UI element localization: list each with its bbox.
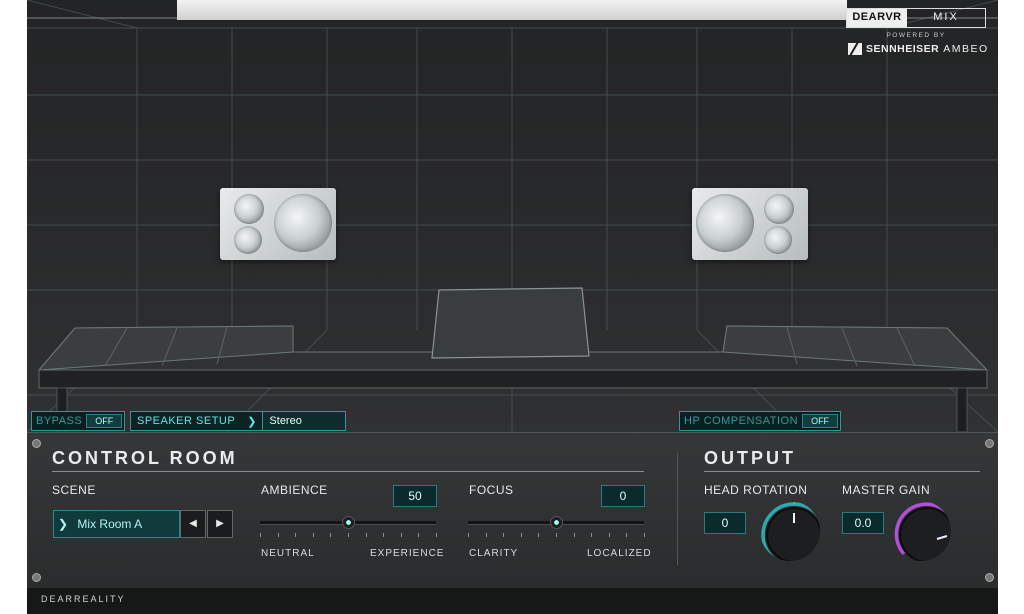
footer-bar: DEARREALITY — [27, 588, 998, 614]
slider-tick — [644, 533, 645, 537]
slider-tick — [591, 533, 593, 537]
master-gain-label: MASTER GAIN — [842, 483, 931, 497]
brand-logo: DEARVR MIX POWERED BY SENNHEISER AMBEO — [842, 8, 990, 72]
focus-value-field[interactable]: 0 — [601, 485, 645, 507]
slider-tick — [485, 533, 487, 537]
slider-tick — [348, 533, 349, 537]
screw-icon — [985, 439, 994, 448]
hp-compensation-label: HP COMPENSATION — [684, 415, 799, 427]
slider-tick — [330, 533, 332, 537]
scene-label: SCENE — [52, 483, 96, 497]
powered-by-label: POWERED BY — [886, 32, 946, 39]
slider-tick — [365, 533, 367, 537]
slider-tick — [573, 533, 575, 537]
tweeter-icon — [234, 194, 264, 224]
slider-tick — [436, 533, 437, 537]
ambience-label: AMBIENCE — [261, 483, 328, 497]
slider-tick — [418, 533, 420, 537]
slider-tick — [626, 533, 628, 537]
sennheiser-logo: SENNHEISER AMBEO — [848, 43, 990, 55]
bypass-label: BYPASS — [36, 415, 83, 427]
focus-min-label: CLARITY — [469, 548, 519, 559]
screw-icon — [32, 573, 41, 582]
chevron-right-icon: ❯ — [58, 517, 69, 531]
scene-prev-button[interactable]: ◀ — [180, 510, 206, 538]
slider-tick — [277, 533, 279, 537]
master-gain-value-field[interactable]: 0.0 — [842, 512, 884, 534]
midrange-icon — [764, 226, 792, 254]
focus-label: FOCUS — [469, 483, 514, 497]
scene-value: Mix Room A — [77, 517, 143, 531]
slider-tick — [295, 533, 297, 537]
control-panel: CONTROL ROOM SCENE ❯ Mix Room A ◀ ▶ AMBI… — [27, 432, 998, 589]
speaker-setup-selector[interactable]: SPEAKER SETUP ❯ Stereo — [130, 411, 347, 431]
product-name: MIX — [933, 11, 959, 23]
dearvr-logo: DEARVR — [847, 9, 907, 27]
plugin-window: DEARVR MIX POWERED BY SENNHEISER AMBEO B… — [27, 0, 998, 614]
chevron-right-icon[interactable]: ❯ — [241, 415, 262, 428]
focus-max-label: LOCALIZED — [587, 548, 652, 559]
output-title: OUTPUT — [704, 448, 796, 468]
hp-compensation-toggle[interactable]: HP COMPENSATION OFF — [679, 411, 842, 431]
section-divider — [677, 453, 678, 565]
midrange-icon — [234, 226, 262, 254]
head-rotation-label: HEAD ROTATION — [704, 483, 808, 497]
bypass-toggle[interactable]: BYPASS OFF — [31, 411, 126, 431]
slider-tick — [556, 533, 557, 537]
slider-tick — [260, 533, 261, 537]
slider-tick — [503, 533, 505, 537]
speaker-setup-label: SPEAKER SETUP — [137, 415, 236, 427]
slider-tick — [468, 533, 469, 537]
ambience-slider-handle[interactable] — [342, 516, 355, 529]
ambience-min-label: NEUTRAL — [261, 548, 315, 559]
ambience-value-field[interactable]: 50 — [393, 485, 437, 507]
slider-tick — [538, 533, 540, 537]
output-divider — [704, 471, 980, 472]
sennheiser-text: SENNHEISER — [866, 43, 940, 55]
room-view[interactable]: DEARVR MIX POWERED BY SENNHEISER AMBEO B… — [27, 0, 998, 432]
hp-compensation-value[interactable]: OFF — [802, 414, 839, 428]
woofer-icon — [696, 194, 754, 252]
scene-next-button[interactable]: ▶ — [207, 510, 233, 538]
bypass-value[interactable]: OFF — [86, 414, 123, 428]
ceiling-light — [177, 0, 847, 20]
slider-tick — [608, 533, 610, 537]
focus-slider-handle[interactable] — [550, 516, 563, 529]
dearreality-logo: DEARREALITY — [41, 594, 126, 604]
slider-tick — [520, 533, 522, 537]
head-rotation-value-field[interactable]: 0 — [704, 512, 746, 534]
screw-icon — [985, 573, 994, 582]
screw-icon — [32, 439, 41, 448]
sennheiser-icon — [848, 43, 862, 55]
slider-tick — [312, 533, 314, 537]
slider-tick — [400, 533, 402, 537]
scene-selector[interactable]: ❯ Mix Room A — [53, 510, 180, 538]
master-gain-knob[interactable] — [891, 501, 951, 561]
ambience-max-label: EXPERIENCE — [370, 548, 445, 559]
control-room-divider — [52, 471, 644, 472]
tweeter-icon — [764, 194, 794, 224]
speaker-setup-value[interactable]: Stereo — [262, 412, 346, 430]
left-speaker[interactable] — [220, 188, 336, 260]
right-speaker[interactable] — [692, 188, 808, 260]
woofer-icon — [274, 194, 332, 252]
control-room-title: CONTROL ROOM — [52, 448, 238, 468]
slider-tick — [383, 533, 385, 537]
head-rotation-knob[interactable] — [760, 501, 820, 561]
ambeo-text: AMBEO — [943, 43, 989, 55]
